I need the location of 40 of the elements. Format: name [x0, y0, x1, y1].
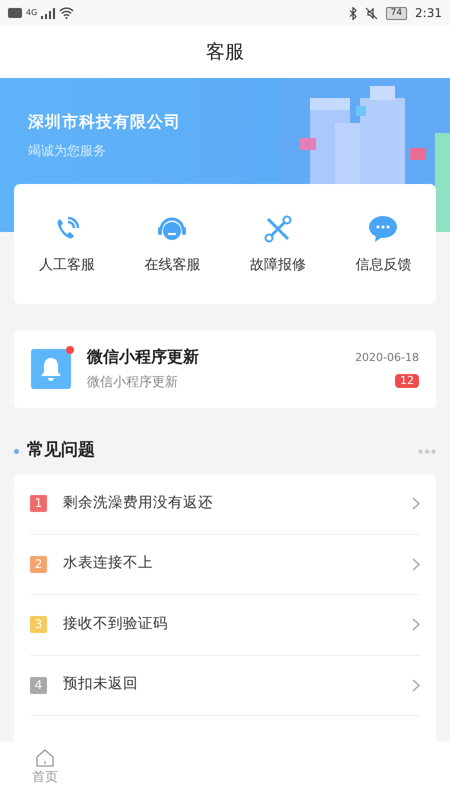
bluetooth-icon: [348, 6, 357, 20]
bullet-dot: [14, 448, 19, 454]
number-tag: 2: [30, 556, 47, 573]
chevron-icon: [412, 678, 420, 692]
chevron-icon: [412, 618, 420, 632]
battery-indicator: 74: [386, 6, 408, 20]
service-label[interactable]: 信息反馈: [355, 254, 412, 276]
service-label[interactable]: 人工客服: [38, 254, 95, 276]
faq-text: 接收不到验证码: [63, 614, 169, 634]
more-icon[interactable]: [418, 448, 436, 454]
mute-icon: [364, 6, 378, 20]
number-tag: 3: [30, 616, 47, 634]
unread-count: 12: [395, 374, 419, 388]
faq-text: 预扣未返回: [63, 675, 139, 694]
wifi-icon: [59, 7, 74, 19]
faq-text: 剩余洗澡费用没有返还: [63, 494, 214, 513]
notice-title: 微信小程序更新: [87, 346, 200, 368]
service-label[interactable]: 在线客服: [144, 254, 200, 276]
chevron-icon: [412, 497, 420, 510]
bell-icon: [39, 356, 63, 382]
chevron-icon: [412, 558, 420, 571]
slogan: 竭诚为您服务: [28, 143, 107, 161]
faq-item[interactable]: 4 预扣未返回: [30, 656, 420, 716]
service-label[interactable]: 故障报修: [250, 254, 306, 276]
number-tag: 1: [30, 495, 47, 512]
company-name: 深圳市科技有限公司: [28, 111, 182, 133]
notice-date: 2020-06-18: [355, 350, 419, 366]
tools-icon[interactable]: [262, 212, 294, 244]
network-label: 4G: [26, 7, 38, 19]
clock: 2:31: [415, 5, 442, 22]
home-icon: [35, 748, 55, 768]
faq-text: 水表连接不上: [63, 554, 154, 574]
signal-icon: [41, 8, 56, 18]
notice-subtitle: 微信小程序更新: [87, 374, 179, 392]
section-title: 常见问题: [27, 439, 96, 462]
page-title: 客服: [206, 40, 244, 65]
faq-item[interactable]: 1 剩余洗澡费用没有返还: [30, 474, 420, 534]
faq-item[interactable]: 3 接收不到验证码: [30, 595, 420, 656]
faq-item[interactable]: 2 水表连接不上: [30, 534, 420, 595]
number-tag: 4: [30, 676, 47, 694]
